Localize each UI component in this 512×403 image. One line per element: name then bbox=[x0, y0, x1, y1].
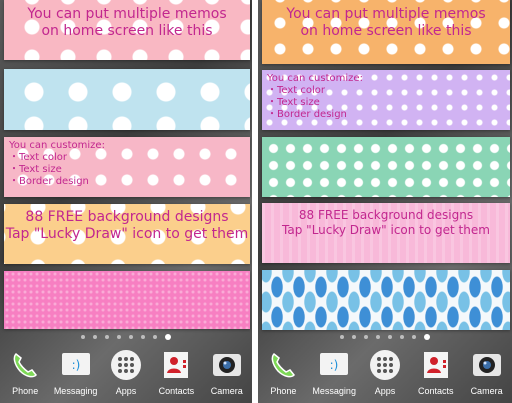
phone-icon bbox=[266, 348, 300, 382]
memo-line: 88 FREE background designs bbox=[25, 209, 229, 225]
memo-line: on home screen like this bbox=[41, 23, 213, 39]
svg-text::): :) bbox=[71, 358, 80, 372]
memo-widget[interactable] bbox=[4, 69, 250, 130]
memo-widget[interactable]: You can put multiple memos on home scree… bbox=[4, 0, 250, 60]
dock-phone[interactable]: Phone bbox=[1, 344, 49, 396]
memo-text: You can customize: ・Text color ・Text siz… bbox=[262, 70, 510, 121]
contacts-icon bbox=[159, 348, 193, 382]
contacts-icon bbox=[419, 348, 453, 382]
page-dot-active bbox=[424, 334, 430, 340]
page-dot bbox=[141, 335, 145, 339]
memo-text: 88 FREE background designs Tap "Lucky Dr… bbox=[4, 204, 250, 243]
phone-icon bbox=[8, 348, 42, 382]
memo-line: ・Text color bbox=[267, 85, 326, 96]
dock-contacts[interactable]: Contacts bbox=[152, 344, 200, 396]
dock-messaging[interactable]: :) Messaging bbox=[52, 344, 100, 396]
memo-widget[interactable]: 88 FREE background designs Tap "Lucky Dr… bbox=[262, 203, 510, 263]
memo-widget[interactable] bbox=[262, 270, 510, 330]
memo-line: Tap "Lucky Draw" icon to get them bbox=[5, 226, 249, 242]
dock-label: Apps bbox=[374, 386, 396, 396]
camera-icon bbox=[210, 348, 244, 382]
memo-text: You can put multiple memos on home scree… bbox=[262, 0, 510, 40]
page-indicator bbox=[258, 334, 512, 340]
dock-phone[interactable]: Phone bbox=[259, 344, 307, 396]
dock: Phone :) Messaging Apps Contacts Camera bbox=[0, 344, 252, 403]
memo-widget[interactable] bbox=[4, 271, 250, 329]
memo-widget[interactable]: You can put multiple memos on home scree… bbox=[262, 0, 510, 64]
memo-widget[interactable]: You can customize: ・Text color ・Text siz… bbox=[4, 137, 250, 197]
memo-line: You can put multiple memos bbox=[286, 6, 486, 22]
dock-apps[interactable]: Apps bbox=[361, 344, 409, 396]
page-dot bbox=[129, 335, 133, 339]
dock: Phone :) Messaging Apps Contacts Camera bbox=[258, 344, 512, 403]
dock-camera[interactable]: Camera bbox=[203, 344, 251, 396]
dock-contacts[interactable]: Contacts bbox=[412, 344, 460, 396]
memo-text: You can customize: ・Text color ・Text siz… bbox=[4, 137, 250, 188]
memo-line: ・Text color bbox=[9, 152, 68, 163]
home-screen-left: You can put multiple memos on home scree… bbox=[0, 0, 252, 403]
page-dot-active bbox=[165, 334, 171, 340]
apps-icon bbox=[109, 348, 143, 382]
page-dot bbox=[352, 335, 356, 339]
dock-label: Contacts bbox=[158, 386, 195, 396]
memo-line: ・Border design bbox=[267, 109, 347, 120]
page-dot bbox=[105, 335, 109, 339]
memo-widget[interactable]: 88 FREE background designs Tap "Lucky Dr… bbox=[4, 204, 250, 264]
svg-text::): :) bbox=[330, 358, 339, 372]
dock-label: Apps bbox=[115, 386, 137, 396]
home-screen-right: You can put multiple memos on home scree… bbox=[258, 0, 512, 403]
memo-widget[interactable]: You can customize: ・Text color ・Text siz… bbox=[262, 70, 510, 130]
page-dot bbox=[400, 335, 404, 339]
page-dot bbox=[117, 335, 121, 339]
dock-label: Messaging bbox=[53, 386, 98, 396]
page-dot bbox=[376, 335, 380, 339]
memo-line: 88 FREE background designs bbox=[298, 208, 474, 222]
messaging-icon: :) bbox=[59, 348, 93, 382]
memo-line: ・Text size bbox=[9, 164, 62, 175]
dock-label: Camera bbox=[210, 386, 243, 396]
memo-text: 88 FREE background designs Tap "Lucky Dr… bbox=[262, 203, 510, 238]
dock-camera[interactable]: Camera bbox=[463, 344, 511, 396]
messaging-icon: :) bbox=[317, 348, 351, 382]
dock-label: Messaging bbox=[312, 386, 356, 396]
page-dot bbox=[412, 335, 416, 339]
page-dot bbox=[153, 335, 157, 339]
dock-apps[interactable]: Apps bbox=[102, 344, 150, 396]
camera-icon bbox=[470, 348, 504, 382]
memo-line: ・Text size bbox=[267, 97, 320, 108]
page-dot bbox=[93, 335, 97, 339]
dock-label: Phone bbox=[12, 386, 39, 396]
dock-label: Phone bbox=[270, 386, 297, 396]
memo-line: You can customize: bbox=[9, 140, 105, 151]
dock-label: Contacts bbox=[418, 386, 454, 396]
page-dot bbox=[81, 335, 85, 339]
page-dot bbox=[364, 335, 368, 339]
dock-messaging[interactable]: :) Messaging bbox=[310, 344, 358, 396]
memo-line: on home screen like this bbox=[300, 23, 472, 39]
apps-icon bbox=[368, 348, 402, 382]
memo-line: Tap "Lucky Draw" icon to get them bbox=[282, 223, 490, 237]
page-dot bbox=[388, 335, 392, 339]
memo-line: You can customize: bbox=[267, 73, 363, 84]
memo-line: You can put multiple memos bbox=[27, 6, 227, 22]
page-dot bbox=[340, 335, 344, 339]
memo-line: ・Border design bbox=[9, 176, 89, 187]
memo-widget[interactable] bbox=[262, 137, 510, 197]
memo-text: You can put multiple memos on home scree… bbox=[4, 0, 250, 40]
dock-label: Camera bbox=[470, 386, 503, 396]
page-indicator bbox=[0, 334, 252, 340]
